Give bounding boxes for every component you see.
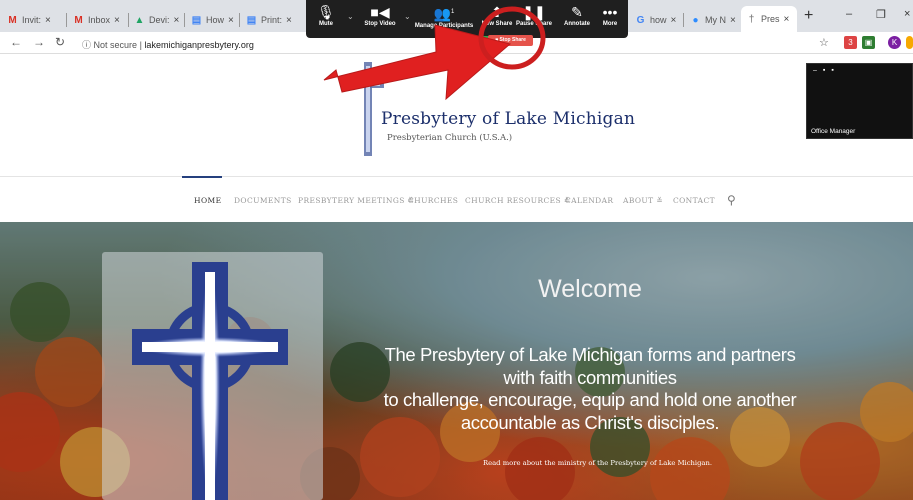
- meeting-icon: ●: [692, 14, 699, 26]
- more-dots-icon: •••: [602, 4, 618, 20]
- annotate-button[interactable]: ✎ Annotate: [560, 3, 594, 27]
- site-subtitle: Presbyterian Church (U.S.A.): [387, 133, 513, 143]
- presbytery-logo-cross-icon: [352, 62, 384, 156]
- info-icon[interactable]: ⓘ: [82, 40, 91, 50]
- restore-button[interactable]: ❐: [876, 8, 886, 21]
- url-host: lakemichiganpresbytery.org: [144, 40, 254, 50]
- hero-heading: Welcome: [538, 275, 642, 303]
- browser-tab[interactable]: M Invit: ×: [2, 8, 64, 32]
- new-share-button[interactable]: ⬆ New Share: [480, 3, 514, 27]
- reload-icon[interactable]: ↻: [55, 35, 65, 49]
- chevron-down-icon[interactable]: ⌄: [347, 12, 354, 21]
- mission-statement: The Presbytery of Lake Michigan forms an…: [340, 344, 840, 434]
- tab-label: Print:: [261, 15, 283, 25]
- participant-count: 1: [451, 9, 455, 15]
- menu-item-documents[interactable]: DOCUMENTS: [234, 196, 292, 205]
- menu-item-presbytery-meetings[interactable]: PRESBYTERY MEETINGS ≚: [298, 196, 414, 205]
- url-separator: |: [139, 40, 142, 50]
- minimize-button[interactable]: –: [846, 8, 852, 20]
- tab-label: How: [206, 15, 225, 25]
- stop-icon: ■: [495, 37, 499, 43]
- mission-line: with faith communities: [503, 366, 677, 388]
- extension-icon[interactable]: ▣: [862, 36, 875, 49]
- search-icon[interactable]: ⚲: [727, 193, 736, 207]
- close-tab-icon[interactable]: ×: [114, 15, 120, 26]
- back-arrow-icon[interactable]: ←: [10, 35, 22, 49]
- pencil-icon: ✎: [571, 4, 583, 20]
- share-icon: ⬆: [491, 4, 503, 20]
- stop-share-button[interactable]: ■ Stop Share: [488, 35, 533, 46]
- menu-item-churches[interactable]: CHURCHES: [408, 196, 458, 205]
- tab-label: how: [650, 15, 667, 25]
- close-tab-icon[interactable]: ×: [228, 15, 234, 26]
- celtic-cross-icon: [132, 262, 288, 500]
- zoom-toolbar: 🎙 Mute ⌄ ■◀ Stop Video ⌄ 👥1 Manage Parti…: [306, 0, 628, 38]
- tab-label: Inbox: [88, 15, 111, 25]
- tab-label: My N: [705, 15, 726, 25]
- close-tab-icon[interactable]: ×: [45, 15, 51, 26]
- pause-icon: ❚❚: [522, 4, 546, 20]
- menu-item-calendar[interactable]: CALENDAR: [565, 196, 613, 205]
- participant-name: Office Manager: [811, 128, 856, 135]
- more-button[interactable]: ••• More: [596, 3, 624, 27]
- read-more-link[interactable]: Read more about the ministry of the Pres…: [440, 459, 755, 467]
- google-docs-icon: ▤: [191, 14, 202, 26]
- mute-button[interactable]: 🎙 Mute: [312, 3, 340, 27]
- extension-icon[interactable]: 3: [844, 36, 857, 49]
- participant-video-thumbnail[interactable]: –▪▪ Office Manager: [806, 63, 913, 139]
- video-camera-icon: ■◀: [370, 4, 390, 20]
- menu-item-church-resources[interactable]: CHURCH RESOURCES ≚: [465, 196, 571, 205]
- tab-label: Invit:: [22, 15, 42, 25]
- browser-tab[interactable]: ▲ Devi: ×: [129, 8, 184, 32]
- browser-tab[interactable]: ● My N ×: [685, 8, 740, 32]
- security-label: Not secure: [93, 40, 138, 50]
- microphone-icon: 🎙: [317, 4, 335, 20]
- menu-item-about[interactable]: ABOUT ≚: [623, 196, 663, 205]
- chevron-down-icon[interactable]: ⌄: [404, 12, 411, 21]
- close-tab-icon[interactable]: ×: [174, 15, 180, 26]
- mission-line: accountable as Christ's disciples.: [460, 411, 720, 433]
- browser-tab[interactable]: ▤ Print: ×: [241, 8, 294, 32]
- video-controls-icon[interactable]: –▪▪: [813, 67, 840, 74]
- close-window-button[interactable]: ×: [904, 8, 910, 20]
- google-drive-icon: ▲: [134, 14, 145, 26]
- participants-icon: 👥1: [433, 5, 455, 22]
- google-docs-icon: ▤: [246, 14, 257, 26]
- url-field[interactable]: ⓘ Not secure | lakemichiganpresbytery.or…: [82, 38, 254, 51]
- browser-tab-active[interactable]: † Pres ×: [741, 6, 797, 32]
- new-tab-button[interactable]: +: [804, 7, 813, 25]
- close-tab-icon[interactable]: ×: [671, 15, 677, 26]
- extension-icon[interactable]: [906, 36, 913, 49]
- browser-tab[interactable]: G how ×: [630, 8, 682, 32]
- header-divider: [0, 176, 913, 177]
- pause-share-button[interactable]: ❚❚ Pause Share: [514, 3, 554, 27]
- google-icon: G: [636, 14, 645, 26]
- mission-line: to challenge, encourage, equip and hold …: [383, 389, 797, 410]
- extension-badge: 3: [848, 38, 853, 47]
- browser-tab[interactable]: M Inbox ×: [68, 8, 128, 32]
- forward-arrow-icon[interactable]: →: [33, 35, 45, 49]
- tab-label: Pres: [761, 14, 780, 24]
- presbytery-icon: †: [748, 13, 755, 25]
- tab-label: Devi:: [149, 15, 170, 25]
- cross-image-card: [102, 252, 323, 500]
- gmail-icon: M: [74, 14, 83, 26]
- profile-avatar[interactable]: K: [888, 36, 901, 49]
- screen: M Invit: × M Inbox × ▲ Devi: × ▤ How × ▤…: [0, 0, 913, 500]
- active-menu-indicator: [182, 176, 222, 178]
- stop-video-button[interactable]: ■◀ Stop Video: [360, 3, 400, 27]
- mission-line: The Presbytery of Lake Michigan forms an…: [384, 344, 796, 365]
- bookmark-star-icon[interactable]: ☆: [819, 36, 829, 49]
- close-tab-icon[interactable]: ×: [286, 15, 292, 26]
- site-title[interactable]: Presbytery of Lake Michigan: [381, 109, 635, 129]
- browser-tab[interactable]: ▤ How ×: [186, 8, 239, 32]
- menu-item-home[interactable]: HOME: [194, 196, 221, 205]
- menu-item-contact[interactable]: CONTACT: [673, 196, 715, 205]
- close-tab-icon[interactable]: ×: [784, 14, 790, 25]
- close-tab-icon[interactable]: ×: [730, 15, 736, 26]
- manage-participants-button[interactable]: 👥1 Manage Participants: [414, 3, 474, 29]
- gmail-icon: M: [8, 14, 17, 26]
